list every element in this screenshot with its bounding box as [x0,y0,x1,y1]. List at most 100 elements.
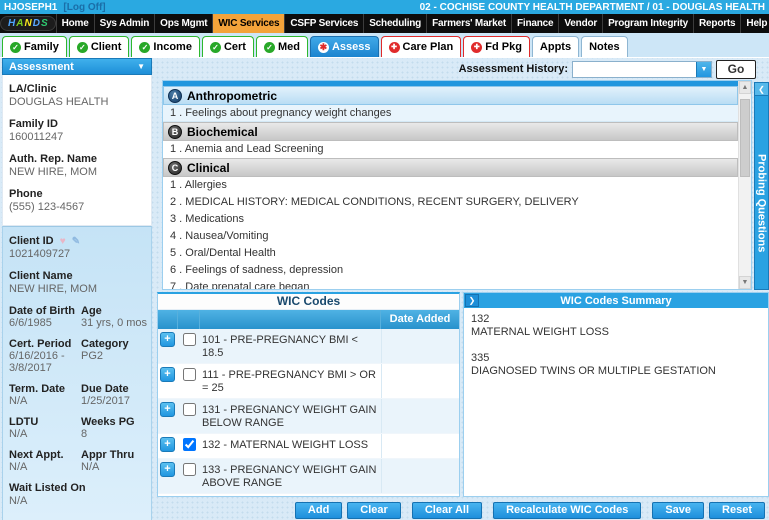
tab-label: Assess [331,41,371,53]
assessment-question-item[interactable]: 2 . MEDICAL HISTORY: MEDICAL CONDITIONS,… [163,194,738,211]
due-date-label: Due Date [81,383,129,395]
wic-code-checkbox[interactable] [182,368,196,381]
chevron-down-icon[interactable]: ▼ [137,62,145,71]
item-text: Date prenatal care began [185,281,310,289]
tab-med[interactable]: ✓ Med [255,36,308,57]
collapse-left-icon[interactable]: ❮ [755,83,768,96]
menu-item-finance[interactable]: Finance [510,14,558,33]
incomplete-icon: ✚ [471,41,483,53]
item-text: Feelings of sadness, depression [185,264,344,276]
cert-period-label: Cert. Period [9,338,72,350]
agency-location-title: 02 - COCHISE COUNTY HEALTH DEPARTMENT / … [419,1,765,13]
tab-label: Fd Pkg [485,41,522,53]
probing-questions-label: Probing Questions [755,154,768,253]
section-letter-badge: A [168,88,182,103]
wic-code-checkbox[interactable] [182,463,196,476]
menu-item-scheduling[interactable]: Scheduling [363,14,426,33]
assessment-question-item[interactable]: 1 . Allergies [163,177,738,194]
recalculate-wic-codes-button[interactable]: Recalculate WIC Codes [493,502,642,519]
complete-check-icon: ✓ [139,41,151,53]
assessment-question-item[interactable]: 6 . Feelings of sadness, depression [163,262,738,279]
auth-rep-label: Auth. Rep. Name [9,153,98,165]
tab-fd-pkg[interactable]: ✚ Fd Pkg [463,36,530,57]
log-off-link[interactable]: [Log Off] [63,2,105,13]
add-button[interactable]: Add [294,502,343,519]
item-text: Allergies [184,179,227,191]
menu-item-help[interactable]: Help [740,14,769,33]
wait-listed-value: N/A [9,495,28,507]
add-code-plus-button[interactable]: + [160,437,175,452]
dropdown-arrow-icon[interactable]: ▼ [696,61,711,77]
menu-item-reports[interactable]: Reports [693,14,740,33]
assessment-question-item[interactable]: 1 . Anemia and Lead Screening [163,141,738,158]
category-value: PG2 [81,350,104,362]
probing-questions-tab[interactable]: ❮ Probing Questions [754,82,769,290]
item-number: 1 . [170,179,183,191]
wic-code-checkbox[interactable] [182,438,196,451]
go-button[interactable]: Go [716,59,756,79]
assessment-history-dropdown[interactable]: ▼ [572,60,712,78]
dropdown-value [573,62,696,77]
menu-item-program-integrity[interactable]: Program Integrity [602,14,693,33]
item-number: 6 . [170,264,183,276]
wic-codes-summary-panel: ❯ WIC Codes Summary 132 MATERNAL WEIGHT … [463,292,769,497]
wic-codes-panel: WIC Codes Date Added + 101 - PRE-PREGNAN… [157,292,460,497]
section-header-clinical[interactable]: C Clinical [163,158,738,177]
sidebar-header[interactable]: Assessment ▼ [2,58,152,75]
assessment-question-item[interactable]: 3 . Medications [163,211,738,228]
tab-assess[interactable]: ✱ Assess [309,36,379,57]
menu-item-csfp-services[interactable]: CSFP Services [284,14,363,33]
assessment-question-item[interactable]: 4 . Nausea/Vomiting [163,228,738,245]
scrollbar-track[interactable] [739,94,751,276]
term-date-label: Term. Date [9,383,66,395]
tab-label: Income [153,41,192,53]
logo-letter: S [40,18,48,29]
assessment-scrollbar[interactable]: ▲ ▼ [738,81,751,289]
cert-category-row: Cert. Period 6/16/2016 - 3/8/2017 Catego… [9,338,151,374]
assessment-history-bar: Assessment History: ▼ Go [157,58,769,80]
add-code-plus-button[interactable]: + [160,402,175,417]
date-added-column-header: Date Added [389,313,451,325]
add-code-plus-button[interactable]: + [160,462,175,477]
menu-item-farmers-market[interactable]: Farmers' Market [426,14,511,33]
add-code-plus-button[interactable]: + [160,332,175,347]
assessment-question-item[interactable]: 5 . Oral/Dental Health [163,245,738,262]
menu-item-ops-mgmt[interactable]: Ops Mgmt [154,14,212,33]
scroll-down-icon[interactable]: ▼ [739,276,751,289]
add-code-plus-button[interactable]: + [160,367,175,382]
client-id-value: 1021409727 [9,248,71,260]
expand-right-icon[interactable]: ❯ [465,294,479,307]
menu-item-sys-admin[interactable]: Sys Admin [93,14,155,33]
menu-item-vendor[interactable]: Vendor [558,14,602,33]
wic-code-text: 101 - PRE-PREGNANCY BMI < 18.5 [202,334,358,359]
assessment-question-item[interactable]: 7 . Date prenatal care began [163,279,738,289]
reset-button[interactable]: Reset [709,502,765,519]
tab-cert[interactable]: ✓ Cert [201,36,254,57]
clear-all-button[interactable]: Clear All [411,502,483,519]
menu-item-home[interactable]: Home [55,14,94,33]
assessment-question-item[interactable]: 1 . Feelings about pregnancy weight chan… [163,105,738,122]
edit-pencil-icon[interactable]: ✎ [72,236,80,247]
menu-item-wic-services[interactable]: WIC Services [212,14,285,33]
complete-check-icon: ✓ [76,41,88,53]
scroll-up-icon[interactable]: ▲ [739,81,751,94]
tab-notes[interactable]: Notes [581,36,628,57]
section-header-anthropometric[interactable]: A Anthropometric [163,86,738,105]
tab-income[interactable]: ✓ Income [131,36,200,57]
tab-appts[interactable]: Appts [531,36,580,57]
tab-care-plan[interactable]: ✚ Care Plan [380,36,462,57]
section-title: Biochemical [187,124,258,139]
tab-label: Appts [539,41,572,53]
clear-button[interactable]: Clear [347,502,401,519]
scrollbar-thumb[interactable] [740,99,750,177]
family-id-value: 160011247 [9,131,64,143]
section-header-biochemical[interactable]: B Biochemical [163,122,738,141]
wic-code-row: + 131 - PREGNANCY WEIGHT GAIN BELOW RANG… [158,399,459,434]
tab-client[interactable]: ✓ Client [68,36,130,57]
wic-code-checkbox[interactable] [182,333,196,346]
age-label: Age [81,305,102,317]
save-button[interactable]: Save [652,502,705,519]
assess-asterisk-icon: ✱ [317,41,329,53]
wic-code-checkbox[interactable] [182,403,196,416]
tab-family[interactable]: ✓ Family [2,36,67,57]
